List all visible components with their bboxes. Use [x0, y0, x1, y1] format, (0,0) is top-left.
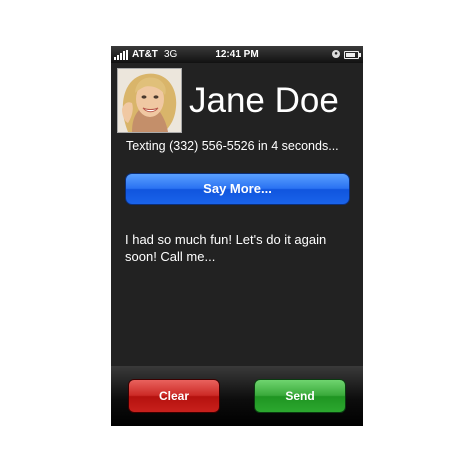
action-bar: Clear Send — [111, 366, 363, 426]
send-button[interactable]: Send — [254, 379, 346, 413]
clock: 12:41 PM — [215, 49, 259, 60]
message-text[interactable]: I had so much fun! Let's do it again soo… — [125, 231, 350, 265]
contact-photo — [118, 69, 181, 132]
contact-avatar — [117, 68, 182, 133]
contact-name: Jane Doe — [189, 81, 339, 120]
battery-icon — [344, 51, 361, 59]
lock-icon: ● — [332, 50, 340, 58]
status-bar: AT&T 3G 12:41 PM ● — [111, 46, 363, 63]
clear-button[interactable]: Clear — [128, 379, 220, 413]
phone-screen: AT&T 3G 12:41 PM ● Jane Doe Texting (332… — [111, 46, 363, 426]
say-more-button[interactable]: Say More... — [125, 173, 350, 205]
texting-status: Texting (332) 556-5526 in 4 seconds... — [126, 139, 339, 153]
